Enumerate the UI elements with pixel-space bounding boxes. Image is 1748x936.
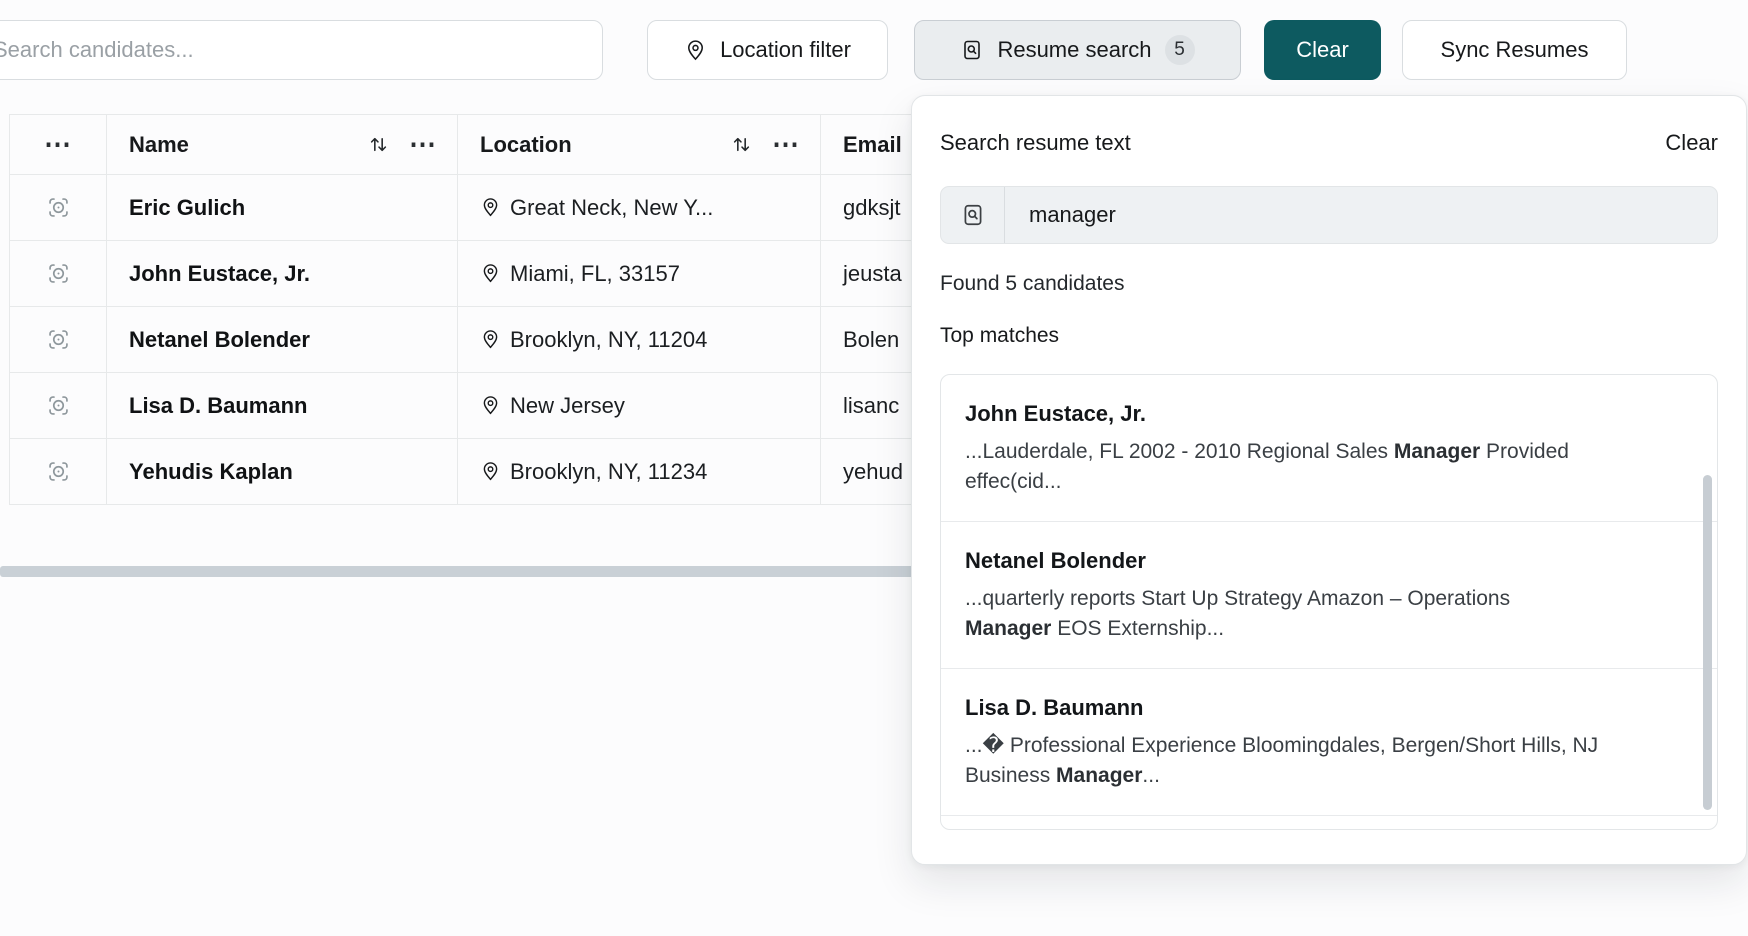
row-action-cell [10,175,107,240]
resume-search-count-badge: 5 [1165,35,1195,65]
result-candidate-name: John Eustace, Jr. [965,401,1657,427]
candidate-location: Brooklyn, NY, 11204 [510,327,707,353]
resume-search-icon [960,38,984,62]
result-snippet: ...� Professional Experience Bloomingdal… [965,731,1657,791]
candidate-location-cell: Brooklyn, NY, 11204 [458,307,821,372]
location-filter-button[interactable]: Location filter [647,20,888,80]
result-item[interactable]: Netanel Bolender ...quarterly reports St… [941,522,1717,669]
resume-search-popover: Search resume text Clear Found 5 candida… [911,95,1747,865]
sort-icon[interactable] [368,134,389,155]
sync-resumes-label: Sync Resumes [1441,37,1589,63]
candidate-location: New Jersey [510,393,625,419]
result-snippet: ...quarterly reports Start Up Strategy A… [965,584,1657,644]
map-pin-icon [480,329,501,350]
map-pin-icon [684,39,707,62]
row-action-cell [10,241,107,306]
location-filter-label: Location filter [720,37,851,63]
column-menu-icon[interactable]: ⋯ [409,131,437,158]
result-candidate-name: Netanel Bolender [965,548,1657,574]
scan-icon[interactable] [45,458,72,485]
top-matches-list: John Eustace, Jr. ...Lauderdale, FL 2002… [940,374,1718,830]
map-pin-icon [480,395,501,416]
popover-clear-button[interactable]: Clear [1665,130,1718,156]
location-column-label: Location [480,132,572,158]
search-input[interactable] [0,20,603,80]
scan-icon[interactable] [45,194,72,221]
candidate-location: Great Neck, New Y... [510,195,713,221]
map-pin-icon [480,197,501,218]
highlighted-match: Manager [1056,764,1142,787]
result-item[interactable]: Lisa D. Baumann ...� Professional Experi… [941,669,1717,816]
sort-icon[interactable] [731,134,752,155]
top-matches-label: Top matches [940,324,1718,348]
candidate-location-cell: Great Neck, New Y... [458,175,821,240]
column-menu-icon[interactable]: ⋯ [772,131,800,158]
row-action-cell [10,307,107,372]
resume-query-field [940,186,1718,244]
row-action-cell [10,373,107,438]
vertical-scrollbar-thumb[interactable] [1703,475,1712,810]
result-candidate-name: Lisa D. Baumann [965,695,1657,721]
candidate-name: John Eustace, Jr. [107,241,458,306]
column-menu-icon[interactable]: ⋯ [44,131,72,158]
header-name-cell: Name ⋯ [107,115,458,174]
candidate-location-cell: Brooklyn, NY, 11234 [458,439,821,504]
result-item[interactable]: John Eustace, Jr. ...Lauderdale, FL 2002… [941,375,1717,522]
header-location-cell: Location ⋯ [458,115,821,174]
candidate-location: Miami, FL, 33157 [510,261,680,287]
candidate-name: Yehudis Kaplan [107,439,458,504]
highlighted-match: Manager [965,617,1051,640]
candidate-name: Netanel Bolender [107,307,458,372]
map-pin-icon [480,263,501,284]
sync-resumes-button[interactable]: Sync Resumes [1402,20,1627,80]
resume-search-label: Resume search [997,37,1151,63]
scan-icon[interactable] [45,326,72,353]
scan-icon[interactable] [45,392,72,419]
candidate-name: Lisa D. Baumann [107,373,458,438]
found-candidates-text: Found 5 candidates [940,272,1718,296]
candidate-name: Eric Gulich [107,175,458,240]
doc-search-icon [941,187,1005,243]
highlighted-match: Manager [1394,440,1480,463]
email-column-label: Email [843,132,902,158]
candidate-location-cell: Miami, FL, 33157 [458,241,821,306]
clear-button-label: Clear [1296,37,1349,63]
resume-search-button[interactable]: Resume search 5 [914,20,1241,80]
scan-icon[interactable] [45,260,72,287]
resume-query-input[interactable] [1005,202,1717,228]
result-snippet: ...Lauderdale, FL 2002 - 2010 Regional S… [965,437,1657,497]
map-pin-icon [480,461,501,482]
clear-button[interactable]: Clear [1264,20,1381,80]
popover-title: Search resume text [940,130,1131,156]
header-menu-cell: ⋯ [10,115,107,174]
row-action-cell [10,439,107,504]
candidate-location-cell: New Jersey [458,373,821,438]
name-column-label: Name [129,132,189,158]
candidate-location: Brooklyn, NY, 11234 [510,459,707,485]
